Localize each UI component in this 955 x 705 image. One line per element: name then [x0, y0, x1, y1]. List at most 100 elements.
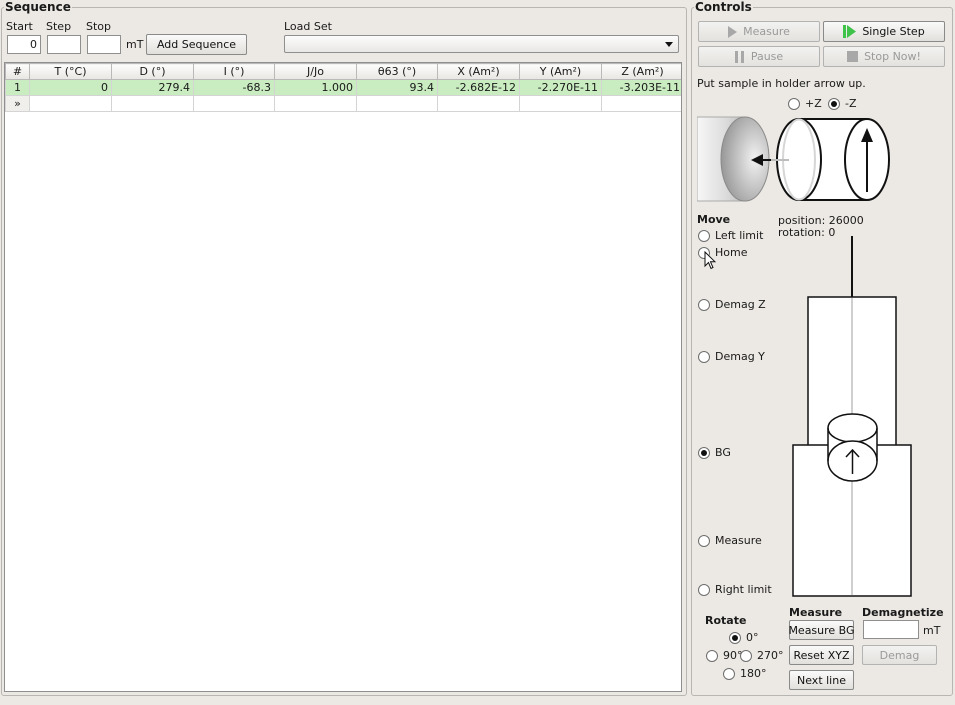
measure-group-label: Measure [789, 606, 843, 619]
table-cell-declination[interactable]: 279.4 [111, 79, 194, 96]
stop-icon [847, 51, 859, 62]
table-cell-x[interactable]: -2.682E-12 [437, 79, 520, 96]
rotate-label: Rotate [705, 614, 747, 627]
column-header-y[interactable]: Y (Am²) [519, 63, 602, 80]
demag-field-input[interactable] [863, 620, 919, 639]
pause-icon [734, 50, 745, 63]
column-header-x[interactable]: X (Am²) [437, 63, 520, 80]
radio-indicator [698, 583, 710, 596]
rotate-270-radio[interactable]: 270° [740, 649, 784, 662]
move-right-limit-label: Right limit [715, 583, 772, 596]
column-header-inclination[interactable]: I (°) [193, 63, 275, 80]
magnetometer-diagram [792, 236, 912, 597]
step-icon [843, 25, 857, 38]
step-input[interactable] [47, 35, 81, 54]
table-cell-j-jo[interactable]: 1.000 [274, 79, 357, 96]
controls-panel-title: Controls [695, 0, 752, 14]
radio-indicator [723, 667, 735, 680]
stop-input[interactable] [87, 35, 121, 54]
table-cell-index[interactable]: 1 [5, 79, 30, 96]
table-cell-empty[interactable] [437, 95, 520, 112]
table-row[interactable]: 1 0 279.4 -68.3 1.000 93.4 -2.682E-12 -2… [5, 79, 681, 96]
sample-cylinder [776, 118, 890, 201]
status-bar [0, 698, 955, 705]
column-header-index[interactable]: # [5, 63, 30, 80]
rotate-270-label: 270° [757, 649, 784, 662]
load-set-dropdown[interactable] [284, 35, 679, 53]
radio-indicator [698, 350, 710, 363]
demag-unit-label: mT [923, 624, 941, 637]
start-input[interactable]: 0 [7, 35, 41, 54]
radio-indicator [698, 446, 710, 459]
table-cell-empty[interactable] [111, 95, 194, 112]
table-cell-empty[interactable] [519, 95, 602, 112]
rotate-90-radio[interactable]: 90° [706, 649, 743, 662]
radio-indicator [698, 298, 710, 311]
move-demag-y-label: Demag Y [715, 350, 765, 363]
move-label: Move [697, 213, 731, 226]
next-line-button[interactable]: Next line [789, 670, 854, 690]
orientation-minus-z-label: -Z [845, 97, 857, 110]
new-row-marker: » [5, 95, 30, 112]
table-cell-empty[interactable] [601, 95, 681, 112]
instruction-text: Put sample in holder arrow up. [697, 77, 866, 90]
move-demag-y-radio[interactable]: Demag Y [698, 350, 765, 363]
table-cell-temperature[interactable]: 0 [29, 79, 112, 96]
chevron-down-icon [665, 42, 673, 47]
column-header-z[interactable]: Z (Am²) [601, 63, 681, 80]
rotate-0-radio[interactable]: 0° [729, 631, 759, 644]
move-measure-radio[interactable]: Measure [698, 534, 762, 547]
orientation-plus-z-radio[interactable]: +Z [788, 97, 822, 110]
radio-indicator [698, 534, 710, 547]
table-cell-y[interactable]: -2.270E-11 [519, 79, 602, 96]
column-header-theta63[interactable]: θ63 (°) [356, 63, 438, 80]
move-demag-z-radio[interactable]: Demag Z [698, 298, 766, 311]
demag-button[interactable]: Demag [862, 645, 937, 665]
sequence-panel-title: Sequence [5, 0, 71, 14]
move-bg-label: BG [715, 446, 731, 459]
table-cell-theta63[interactable]: 93.4 [356, 79, 438, 96]
rotate-180-label: 180° [740, 667, 767, 680]
single-step-button-label: Single Step [862, 25, 925, 38]
table-cell-empty[interactable] [193, 95, 275, 112]
pause-button-label: Pause [750, 50, 784, 63]
table-cell-inclination[interactable]: -68.3 [193, 79, 275, 96]
orientation-minus-z-radio[interactable]: -Z [828, 97, 857, 110]
radio-indicator [788, 97, 800, 110]
pause-button[interactable]: Pause [698, 46, 820, 67]
column-header-temperature[interactable]: T (°C) [29, 63, 112, 80]
move-demag-z-label: Demag Z [715, 298, 766, 311]
stop-unit-label: mT [126, 38, 144, 51]
stop-now-button[interactable]: Stop Now! [823, 46, 945, 67]
table-cell-z[interactable]: -3.203E-11 [601, 79, 681, 96]
stop-now-button-label: Stop Now! [864, 50, 921, 63]
radio-indicator [706, 649, 718, 662]
move-right-limit-radio[interactable]: Right limit [698, 583, 772, 596]
orientation-plus-z-label: +Z [805, 97, 822, 110]
move-bg-radio[interactable]: BG [698, 446, 731, 459]
move-left-limit-radio[interactable]: Left limit [698, 229, 763, 242]
measure-bg-button[interactable]: Measure BG [788, 620, 855, 640]
rotate-0-label: 0° [746, 631, 759, 644]
table-header-row: # T (°C) D (°) I (°) J/Jo θ63 (°) X (Am²… [5, 63, 681, 80]
move-home-label: Home [715, 246, 748, 259]
step-label: Step [46, 20, 72, 33]
demagnetize-label: Demagnetize [862, 606, 944, 619]
table-cell-empty[interactable] [274, 95, 357, 112]
column-header-j-jo[interactable]: J/Jo [274, 63, 357, 80]
sample-holder-illustration [697, 116, 890, 202]
move-left-limit-label: Left limit [715, 229, 764, 242]
column-header-declination[interactable]: D (°) [111, 63, 194, 80]
radio-indicator [729, 631, 741, 644]
table-new-row[interactable]: » [5, 95, 681, 112]
play-icon [728, 25, 738, 38]
radio-indicator [740, 649, 752, 662]
table-cell-empty[interactable] [29, 95, 112, 112]
add-sequence-button[interactable]: Add Sequence [146, 34, 247, 55]
sequence-table[interactable]: # T (°C) D (°) I (°) J/Jo θ63 (°) X (Am²… [4, 62, 682, 692]
measure-button[interactable]: Measure [698, 21, 820, 42]
table-cell-empty[interactable] [356, 95, 438, 112]
rotate-180-radio[interactable]: 180° [723, 667, 767, 680]
single-step-button[interactable]: Single Step [823, 21, 945, 42]
reset-xyz-button[interactable]: Reset XYZ [789, 645, 854, 665]
